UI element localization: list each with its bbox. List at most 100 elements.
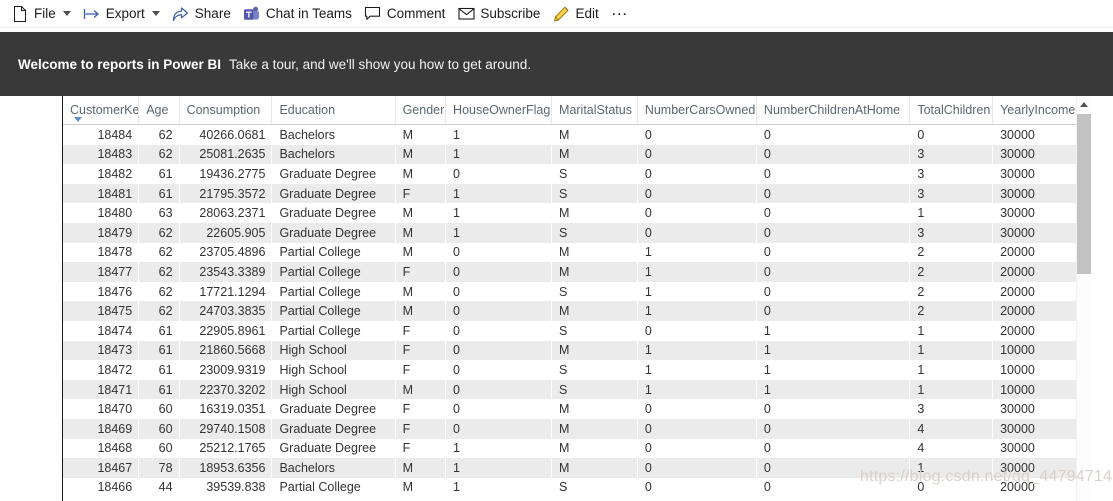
table-row[interactable]: 18475 62 24703.3835 Partial College M 0 M 1 0 2 20…: [63, 301, 1085, 321]
cell-gender: F: [402, 362, 411, 377]
more-options-button[interactable]: …: [606, 1, 635, 27]
cell-age: 63: [158, 206, 173, 221]
share-button-label: Share: [194, 5, 231, 21]
cell-numbercarsowned: 1: [644, 284, 652, 299]
cell-gender: M: [395, 301, 446, 321]
column-header-yearlyincome[interactable]: YearlyIncome: [992, 96, 1085, 125]
edit-button-label: Edit: [575, 5, 599, 21]
table-row[interactable]: 18480 63 28063.2371 Graduate Degree M 1 M 0 0 1 30…: [63, 203, 1085, 223]
vertical-scrollbar[interactable]: [1076, 96, 1091, 501]
cell-maritalstatus: M: [551, 301, 638, 321]
cell-age: 60: [138, 418, 180, 439]
table-row[interactable]: 18468 60 25212.1765 Graduate Degree F 1 M 0 0 4 30…: [63, 439, 1085, 459]
export-menu-button[interactable]: Export: [78, 1, 165, 27]
column-header-gender[interactable]: Gender: [395, 96, 447, 125]
cell-numbercarsowned: 0: [637, 418, 757, 439]
column-header-maritalstatus[interactable]: MaritalStatus: [551, 96, 638, 125]
table-row[interactable]: 18473 61 21860.5668 High School F 0 M 1 1 1 10000: [63, 340, 1085, 361]
table-row[interactable]: 18469 60 29740.1508 Graduate Degree F 0 M 0 0 4 30…: [63, 418, 1085, 439]
data-grid-header: CustomerKey Age Consumption Education Gender…: [63, 96, 1085, 125]
cell-consumption: 23009.9319: [199, 362, 266, 377]
file-menu-button[interactable]: File: [6, 1, 76, 27]
cell-age: 60: [158, 441, 173, 456]
share-button[interactable]: Share: [167, 1, 236, 27]
cell-yearlyincome: 20000: [1000, 284, 1035, 299]
subscribe-button[interactable]: Subscribe: [452, 1, 545, 27]
table-row[interactable]: 18472 61 23009.9319 High School F 0 S 1 1 1 10000: [63, 360, 1085, 380]
cell-yearlyincome: 20000: [992, 301, 1085, 321]
cell-customerkey: 18479: [63, 222, 139, 243]
table-row[interactable]: 18482 61 19436.2775 Graduate Degree M 0 S 0 0 3 30…: [63, 164, 1085, 184]
cell-houseownerflag: 1: [453, 127, 460, 142]
cell-totalchildren: 0: [917, 480, 925, 495]
cell-gender: F: [402, 323, 411, 338]
cell-consumption: 18953.6356: [179, 458, 272, 478]
edit-pencil-icon: [552, 5, 570, 23]
cell-customerkey: 18468: [97, 441, 133, 456]
table-row[interactable]: 18474 61 22905.8961 Partial College F 0 S 0 1 1 20…: [63, 321, 1085, 341]
chat-in-teams-button[interactable]: Chat in Teams: [238, 1, 357, 27]
cell-customerkey: 18475: [63, 301, 139, 321]
scroll-up-button[interactable]: [1077, 96, 1091, 112]
cell-education: High School: [271, 379, 396, 400]
column-header-totalchildren[interactable]: TotalChildren: [909, 96, 994, 125]
cell-age: 62: [138, 144, 180, 165]
export-icon: [83, 5, 101, 23]
table-row[interactable]: 18481 61 21795.3572 Graduate Degree F 1 S 0 0 3 30…: [63, 183, 1085, 204]
cell-numberchildrenathome: 1: [763, 362, 771, 377]
table-row[interactable]: 18483 62 25081.2635 Bachelors M 1 M 0 0 3 30000: [63, 144, 1085, 165]
table-row[interactable]: 18484 62 40266.0681 Bachelors M 1 M 0 0 0 30000: [63, 125, 1085, 145]
column-header-age[interactable]: Age: [138, 96, 180, 125]
table-row[interactable]: 18476 62 17721.1294 Partial College M 0 S 1 0 2 20…: [63, 282, 1085, 302]
cell-maritalstatus: S: [559, 323, 568, 338]
column-header-customerkey[interactable]: CustomerKey: [63, 96, 140, 125]
cell-yearlyincome: 20000: [1000, 245, 1035, 260]
cell-totalchildren: 2: [917, 284, 925, 299]
cell-numbercarsowned: 0: [637, 222, 757, 243]
column-header-education[interactable]: Education: [271, 96, 396, 125]
cell-numberchildrenathome: 0: [763, 206, 771, 221]
cell-houseownerflag: 1: [445, 458, 552, 478]
cell-maritalstatus: M: [551, 144, 638, 165]
table-row[interactable]: 18470 60 16319.0351 Graduate Degree F 0 M 0 0 3 30…: [63, 399, 1085, 419]
table-row[interactable]: 18471 61 22370.3202 High School M 0 S 1 1 1 10000: [63, 379, 1085, 400]
cell-age: 62: [138, 301, 180, 321]
cell-yearlyincome: 30000: [992, 418, 1085, 439]
cell-education: Partial College: [271, 301, 396, 321]
table-row[interactable]: 18477 62 23543.3389 Partial College F 0 M 1 0 2 20…: [63, 262, 1085, 282]
cell-totalchildren: 3: [909, 222, 993, 243]
cell-customerkey: 18473: [63, 340, 139, 361]
header-row: CustomerKey Age Consumption Education Gender…: [63, 96, 1085, 125]
cell-maritalstatus: M: [551, 262, 638, 282]
cell-yearlyincome: 20000: [1000, 323, 1035, 338]
cell-customerkey: 18467: [63, 458, 139, 478]
column-header-houseownerflag[interactable]: HouseOwnerFlag: [445, 96, 553, 125]
cell-yearlyincome: 30000: [1000, 441, 1035, 456]
cell-education: High School: [279, 362, 347, 377]
cell-customerkey: 18478: [97, 245, 133, 260]
cell-consumption: 22905.8961: [199, 323, 266, 338]
edit-button[interactable]: Edit: [547, 1, 603, 27]
column-header-numbercarsowned[interactable]: NumberCarsOwned: [637, 96, 757, 125]
cell-consumption: 16319.0351: [199, 402, 266, 417]
cell-houseownerflag: 1: [453, 480, 460, 495]
cell-yearlyincome: 30000: [1000, 206, 1035, 221]
cell-gender: M: [402, 166, 413, 181]
cell-totalchildren: 3: [909, 144, 993, 165]
cell-maritalstatus: M: [551, 340, 638, 361]
cell-yearlyincome: 10000: [1000, 362, 1035, 377]
cell-customerkey: 18481: [63, 183, 139, 204]
cell-consumption: 19436.2775: [199, 166, 266, 181]
comment-button[interactable]: Comment: [359, 1, 451, 27]
table-row[interactable]: 18467 78 18953.6356 Bachelors M 1 M 0 0 1 30000: [63, 458, 1085, 478]
column-header-consumption[interactable]: Consumption: [179, 96, 273, 125]
table-row[interactable]: 18479 62 22605.905 Graduate Degree M 1 S 0 0 3 300…: [63, 222, 1085, 243]
chevron-down-icon: [62, 11, 71, 16]
column-header-numberchildrenathome[interactable]: NumberChildrenAtHome: [756, 96, 911, 125]
cell-maritalstatus: M: [551, 458, 638, 478]
table-row[interactable]: 18478 62 23705.4896 Partial College M 0 M 1 0 2 20…: [63, 243, 1085, 263]
table-row[interactable]: 18466 44 39539.838 Partial College M 1 S 0 0 0 200…: [63, 478, 1085, 498]
cell-numbercarsowned: 1: [644, 362, 652, 377]
scrollbar-thumb[interactable]: [1077, 114, 1091, 274]
cell-education: Graduate Degree: [279, 206, 377, 221]
